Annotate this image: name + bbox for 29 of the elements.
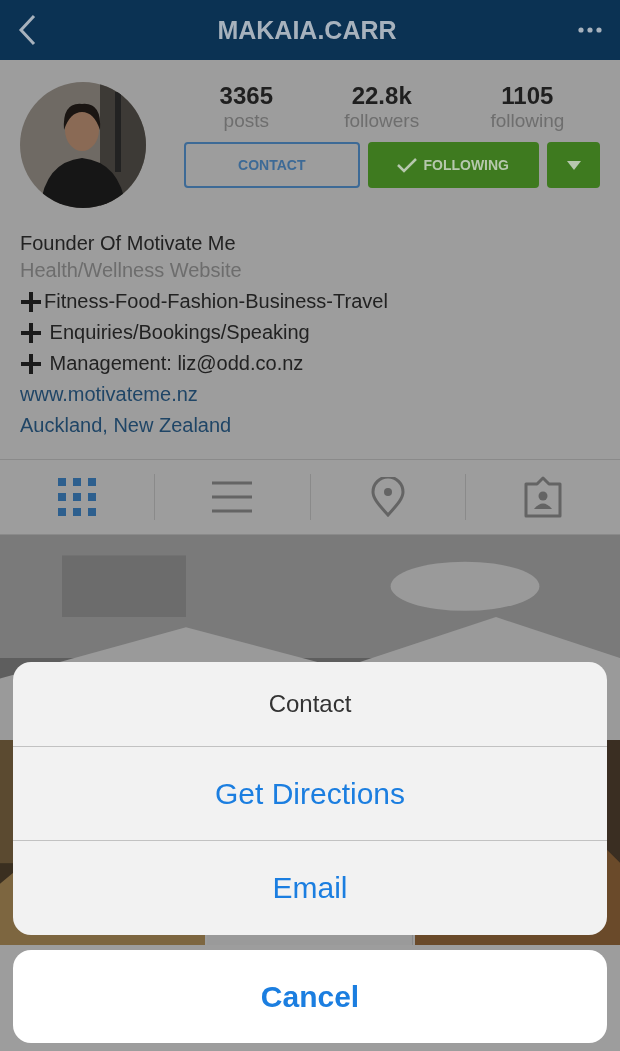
cancel-button[interactable]: Cancel	[13, 950, 607, 1043]
bio-line: Enquiries/Bookings/Speaking	[48, 321, 310, 344]
caret-icon	[566, 160, 581, 170]
plus-icon	[20, 290, 42, 313]
stat-count: 22.8k	[351, 82, 412, 110]
bio-line: Management: liz@odd.co.nz	[48, 352, 304, 375]
check-icon	[397, 157, 418, 173]
back-icon	[18, 14, 36, 46]
dropdown-button[interactable]	[547, 142, 600, 188]
username-title: MAKAIA.CARR	[217, 15, 397, 45]
website-link[interactable]: www.motivateme.nz	[20, 383, 198, 406]
sheet-action[interactable]: Email	[13, 841, 607, 935]
plus-icon	[20, 352, 42, 375]
stat-count: 3365	[219, 82, 273, 110]
plus-icon	[20, 321, 42, 344]
following-button[interactable]: FOLLOWING	[367, 142, 539, 188]
grid-icon	[58, 478, 97, 516]
back-button[interactable]	[18, 14, 36, 46]
location-pin-icon	[370, 477, 405, 517]
contact-button[interactable]: CONTACT	[184, 142, 360, 188]
bio-line: Fitness-Food-Fashion-Business-Travel	[44, 290, 388, 313]
list-icon	[212, 481, 253, 513]
person-tag-icon	[522, 476, 563, 518]
bio-name: Founder Of Motivate Me	[20, 232, 236, 255]
more-icon	[578, 27, 602, 33]
location-link[interactable]: Auckland, New Zealand	[20, 414, 232, 437]
stat-count: 1105	[501, 82, 554, 110]
more-button[interactable]	[578, 27, 602, 33]
sheet-action[interactable]: Get Directions	[13, 747, 607, 841]
